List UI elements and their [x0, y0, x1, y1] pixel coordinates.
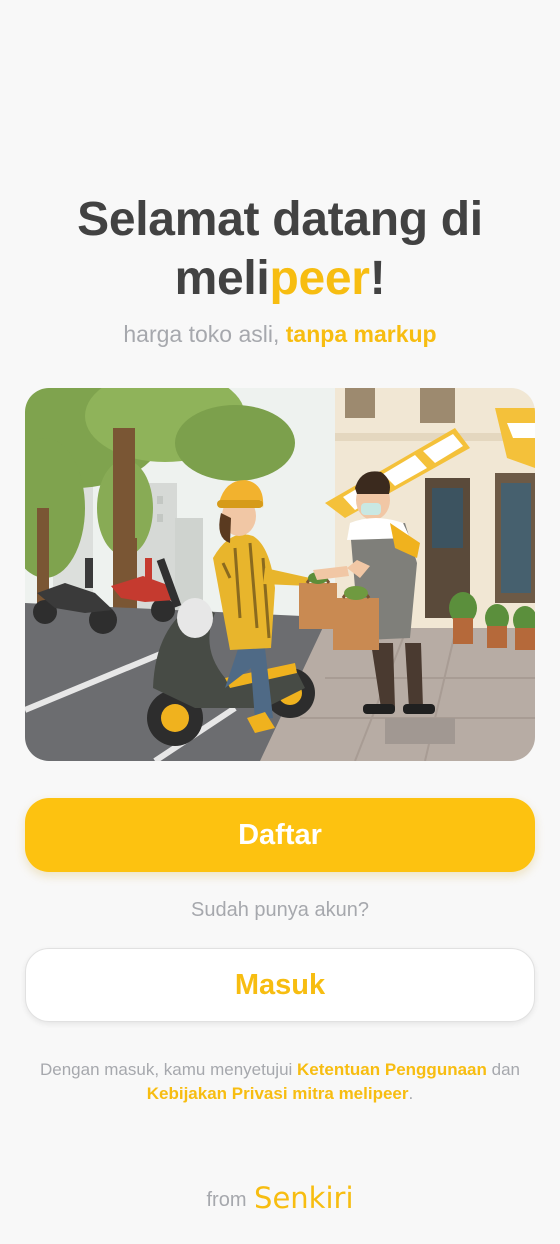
welcome-title-line2: melipeer!: [0, 249, 560, 308]
brand-suffix: !: [369, 252, 386, 305]
login-prompt: Sudah punya akun?: [191, 899, 369, 921]
footer-from-label: from: [206, 1189, 247, 1211]
brand-prefix: meli: [174, 252, 270, 305]
tagline-text: harga toko asli,: [123, 321, 280, 347]
footer-credit: from Senkiri: [0, 1181, 560, 1215]
login-button[interactable]: Masuk: [25, 948, 535, 1022]
brand-highlight: peer: [269, 252, 370, 305]
terms-of-use-link[interactable]: Ketentuan Penggunaan: [297, 1060, 487, 1079]
tagline: harga toko asli, tanpa markup: [0, 321, 560, 348]
terms-suffix: .: [408, 1084, 414, 1103]
register-button[interactable]: Daftar: [25, 798, 535, 872]
terms-notice: Dengan masuk, kamu menyetujui Ketentuan …: [20, 1058, 540, 1106]
terms-conjunction: dan: [491, 1060, 520, 1079]
privacy-policy-link[interactable]: Kebijakan Privasi mitra melipeer: [147, 1084, 409, 1103]
footer-brand: Senkiri: [254, 1181, 354, 1215]
terms-prefix: Dengan masuk, kamu menyetujui: [40, 1060, 293, 1079]
welcome-title-line1: Selamat datang di: [77, 193, 483, 246]
welcome-title: Selamat datang di melipeer!: [0, 190, 560, 308]
tagline-highlight: tanpa markup: [285, 321, 437, 347]
hero-illustration: [25, 388, 535, 761]
